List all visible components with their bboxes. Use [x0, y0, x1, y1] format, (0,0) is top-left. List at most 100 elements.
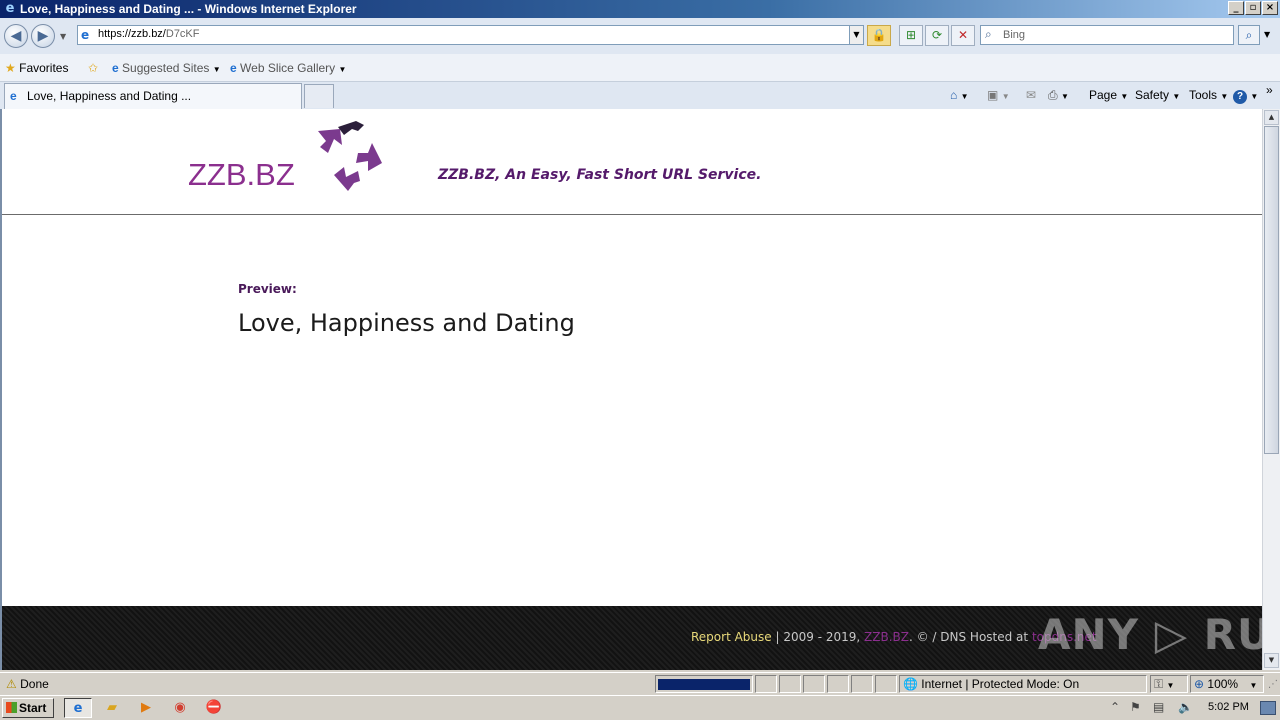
- page-menu-label: Page: [1089, 88, 1118, 102]
- search-icon: ⌕: [985, 27, 992, 41]
- search-placeholder: Bing: [1003, 29, 1026, 41]
- favorites-label: Favorites: [19, 61, 69, 75]
- site-logo-mark-icon[interactable]: [312, 119, 386, 193]
- search-go-button[interactable]: ⌕: [1238, 25, 1260, 45]
- taskbar-explorer-button[interactable]: ▰: [98, 698, 126, 718]
- shield-icon: ⚿: [1154, 677, 1164, 691]
- windows-logo-icon: [6, 702, 17, 713]
- tray-expand-icon[interactable]: ⌃: [1110, 700, 1120, 714]
- preview-title[interactable]: Love, Happiness and Dating: [238, 309, 575, 337]
- folder-icon: ▰: [107, 700, 117, 715]
- home-icon: ⌂: [950, 88, 958, 102]
- page-content: ZZB.BZ ZZB.BZ, An Easy, Fast Short URL S…: [0, 109, 1262, 670]
- scroll-down-button[interactable]: ▼: [1264, 653, 1279, 668]
- add-to-favorites-bar-button[interactable]: ✩: [88, 60, 98, 76]
- footer-text: Report Abuse | 2009 - 2019, ZZB.BZ. © / …: [691, 630, 1097, 644]
- volume-icon[interactable]: 🔈: [1178, 700, 1193, 714]
- scroll-thumb[interactable]: [1264, 126, 1279, 454]
- action-center-flag-icon[interactable]: ⚑: [1130, 700, 1141, 714]
- web-slice-gallery-label: Web Slice Gallery: [240, 61, 336, 75]
- scroll-up-button[interactable]: ▲: [1264, 110, 1279, 125]
- taskbar-security-button[interactable]: ⛔: [200, 698, 228, 718]
- tools-menu-label: Tools: [1189, 88, 1218, 102]
- site-logo-text[interactable]: ZZB.BZ: [188, 157, 295, 193]
- status-cell-empty: [827, 675, 849, 693]
- zoom-level: 100%: [1207, 677, 1239, 691]
- history-dropdown[interactable]: ▼: [60, 32, 66, 41]
- search-options-dropdown[interactable]: ▼: [1264, 30, 1270, 39]
- footer-brand-link[interactable]: ZZB.BZ: [864, 630, 909, 644]
- favorites-bar: ★ Favorites ✩ e Suggested Sites ▼ e Web …: [0, 54, 1280, 82]
- more-commands-button[interactable]: »: [1266, 82, 1273, 98]
- forward-arrow-icon: ▶: [37, 28, 49, 44]
- status-text-cell: ⚠ Done: [2, 675, 652, 693]
- forward-button[interactable]: ▶: [31, 24, 55, 48]
- maximize-button[interactable]: ▫: [1245, 1, 1261, 15]
- vertical-scrollbar[interactable]: ▲ ▼: [1262, 109, 1280, 670]
- minimize-button[interactable]: _: [1228, 1, 1244, 15]
- refresh-icon: ⟳: [931, 28, 943, 42]
- status-bar: ⚠ Done 🌐 Internet | Protected Mode: On ⚿…: [0, 672, 1280, 694]
- warning-icon: ⚠: [6, 677, 17, 691]
- suggested-sites-link[interactable]: e Suggested Sites ▼: [112, 60, 221, 78]
- network-icon[interactable]: ▤: [1153, 700, 1164, 714]
- start-label: Start: [19, 701, 47, 715]
- home-button[interactable]: ⌂ ▼: [950, 87, 969, 105]
- report-abuse-link[interactable]: Report Abuse: [691, 630, 772, 644]
- start-button[interactable]: Start: [2, 698, 54, 718]
- feeds-button[interactable]: ▣ ▼: [987, 87, 1010, 105]
- taskbar-ie-button[interactable]: e: [64, 698, 92, 718]
- close-button[interactable]: ×: [1262, 1, 1278, 15]
- back-button[interactable]: ◀: [4, 24, 28, 48]
- compat-view-icon: ⊞: [905, 28, 917, 42]
- tab-active[interactable]: e Love, Happiness and Dating ...: [4, 83, 302, 109]
- print-button[interactable]: ⎙ ▼: [1048, 87, 1069, 105]
- rss-feed-icon: ▣: [987, 88, 999, 102]
- progress-cell: [655, 675, 753, 693]
- web-slice-gallery-link[interactable]: e Web Slice Gallery ▼: [230, 60, 346, 78]
- search-input[interactable]: ⌕ Bing: [980, 25, 1234, 45]
- new-tab-button[interactable]: [304, 84, 334, 108]
- mail-icon: ✉: [1026, 88, 1037, 102]
- anyrun-watermark: ANY ▷ RUN: [1038, 610, 1262, 659]
- address-bar[interactable]: e https://zzb.bz/D7cKF ▼: [77, 25, 864, 45]
- status-cell-empty: [851, 675, 873, 693]
- suggested-sites-icon: e: [112, 61, 119, 75]
- tools-menu[interactable]: Tools ▼: [1189, 87, 1228, 105]
- page-menu[interactable]: Page ▼: [1089, 87, 1128, 105]
- zoom-control[interactable]: ⊕ 100% ▼: [1190, 675, 1264, 693]
- address-dropdown[interactable]: ▼: [849, 26, 863, 44]
- printer-icon: ⎙: [1048, 88, 1058, 102]
- security-zone-cell[interactable]: 🌐 Internet | Protected Mode: On: [899, 675, 1147, 693]
- protected-mode-cell[interactable]: ⚿ ▼: [1150, 675, 1188, 693]
- globe-icon: 🌐: [903, 677, 918, 691]
- status-cell-empty: [755, 675, 777, 693]
- site-tagline: ZZB.BZ, An Easy, Fast Short URL Service.: [438, 167, 762, 183]
- taskbar-media-player-button[interactable]: ▶: [132, 698, 160, 718]
- address-url[interactable]: https://zzb.bz/D7cKF: [98, 28, 200, 40]
- security-lock-button[interactable]: 🔒: [867, 25, 891, 46]
- security-zone-text: Internet | Protected Mode: On: [921, 677, 1080, 691]
- status-text: Done: [20, 677, 49, 691]
- resize-grip[interactable]: ⋰: [1268, 679, 1278, 690]
- read-mail-button[interactable]: ✉: [1026, 87, 1036, 103]
- refresh-button[interactable]: ⟳: [925, 25, 949, 46]
- compatibility-view-button[interactable]: ⊞: [899, 25, 923, 46]
- stop-button[interactable]: ✕: [951, 25, 975, 46]
- suggested-sites-label: Suggested Sites: [122, 61, 210, 75]
- taskbar-chrome-button[interactable]: ◉: [166, 698, 194, 718]
- taskbar: Start e ▰ ▶ ◉ ⛔ ⌃ ⚑ ▤ 🔈 5:02 PM: [0, 695, 1280, 720]
- address-row: ◀ ▶ ▼ e https://zzb.bz/D7cKF ▼ 🔒 ⊞ ⟳ ✕ ⌕…: [0, 18, 1280, 54]
- help-menu[interactable]: ? ▼: [1233, 87, 1258, 105]
- title-bar: e Love, Happiness and Dating ... - Windo…: [0, 0, 1280, 18]
- site-header: ZZB.BZ ZZB.BZ, An Easy, Fast Short URL S…: [2, 109, 1262, 215]
- status-cell-empty: [779, 675, 801, 693]
- footer-years: | 2009 - 2019,: [771, 630, 865, 644]
- favorites-button[interactable]: ★ Favorites: [5, 60, 68, 76]
- zoom-icon: ⊕: [1194, 677, 1205, 691]
- lock-icon: 🔒: [871, 28, 887, 42]
- favorites-star-icon: ★: [5, 61, 16, 75]
- show-desktop-button[interactable]: [1260, 701, 1276, 715]
- taskbar-clock[interactable]: 5:02 PM: [1208, 701, 1249, 713]
- safety-menu[interactable]: Safety ▼: [1135, 87, 1180, 105]
